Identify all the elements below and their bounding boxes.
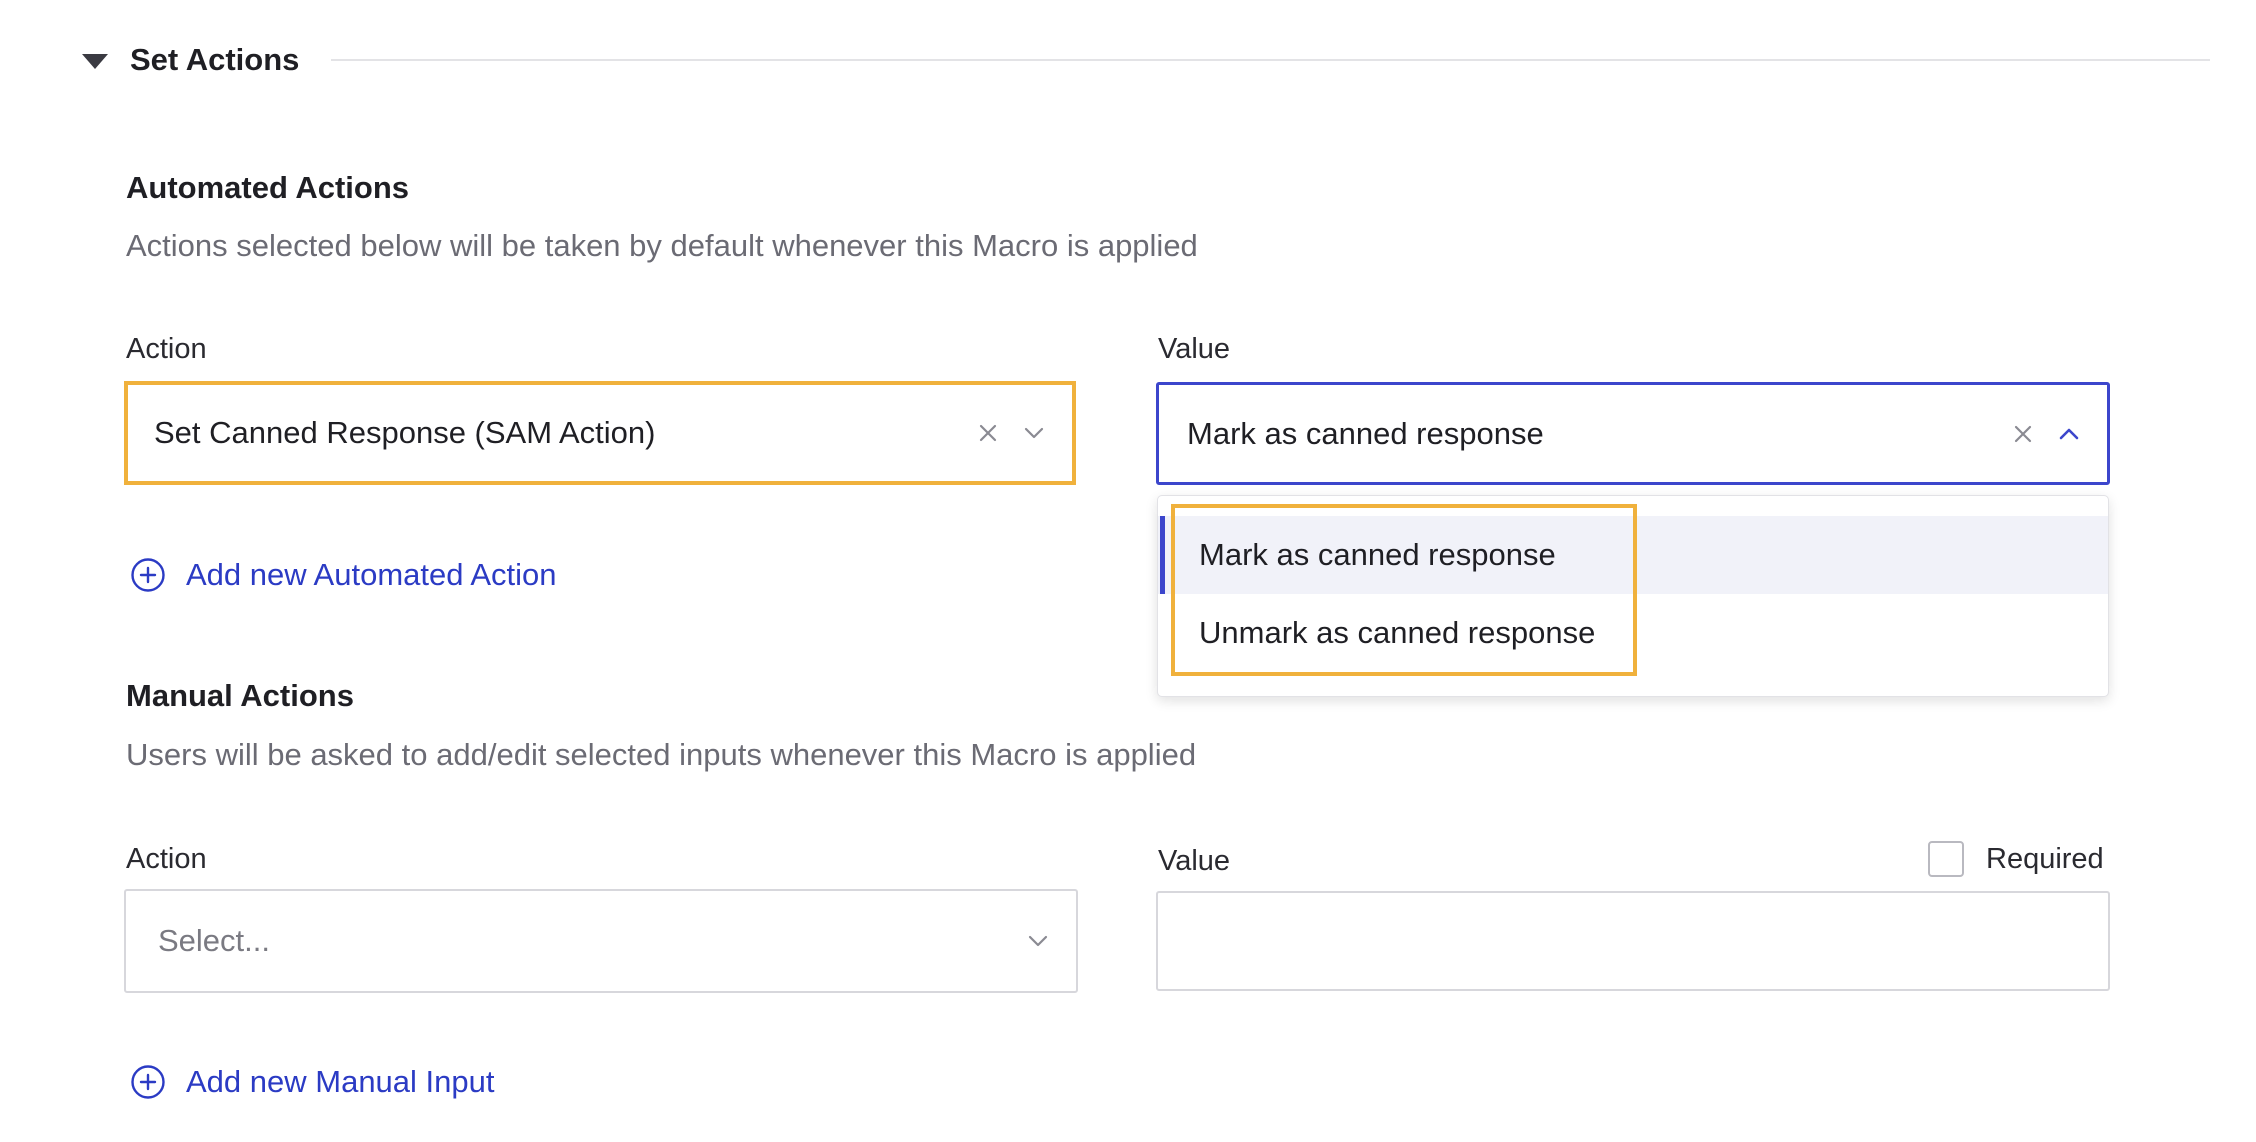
divider [331, 59, 2210, 61]
chevron-up-icon[interactable] [2053, 418, 2085, 450]
automated-actions-description: Actions selected below will be taken by … [126, 228, 1198, 263]
required-checkbox[interactable] [1928, 841, 1964, 877]
clear-icon[interactable] [972, 417, 1004, 449]
manual-actions-heading: Manual Actions [126, 678, 354, 713]
dropdown-option[interactable]: Unmark as canned response [1158, 594, 2108, 672]
add-automated-action-link[interactable]: Add new Automated Action [130, 557, 557, 593]
page: Set Actions Automated Actions Actions se… [0, 0, 2256, 1142]
manual-action-select[interactable]: Select... [124, 889, 1078, 993]
caret-down-icon[interactable] [82, 53, 108, 69]
section-title: Set Actions [130, 42, 300, 77]
automated-action-selected-value: Set Canned Response (SAM Action) [154, 415, 656, 450]
manual-actions-description: Users will be asked to add/edit selected… [126, 737, 1197, 772]
automated-actions-heading: Automated Actions [126, 170, 410, 205]
value-dropdown-menu: Mark as canned response Unmark as canned… [1157, 495, 2109, 697]
section-header[interactable]: Set Actions [80, 38, 2210, 82]
manual-action-label: Action [126, 843, 207, 875]
manual-value-label: Value [1158, 845, 1231, 877]
add-automated-action-label: Add new Automated Action [186, 557, 557, 592]
dropdown-option[interactable]: Mark as canned response [1158, 516, 2108, 594]
automated-value-select[interactable]: Mark as canned response [1156, 382, 2110, 485]
automated-value-label: Value [1158, 333, 1231, 365]
active-option-indicator [1160, 516, 1165, 594]
chevron-down-icon[interactable] [1018, 417, 1050, 449]
plus-circle-icon [130, 557, 166, 593]
required-label: Required [1986, 842, 2104, 875]
manual-action-placeholder: Select... [158, 923, 270, 958]
add-manual-input-link[interactable]: Add new Manual Input [130, 1064, 495, 1100]
automated-action-label: Action [126, 333, 207, 365]
chevron-down-icon[interactable] [1022, 925, 1054, 957]
required-toggle[interactable]: Required [1928, 841, 2104, 877]
clear-icon[interactable] [2007, 418, 2039, 450]
automated-action-select[interactable]: Set Canned Response (SAM Action) [124, 381, 1076, 485]
manual-value-input[interactable] [1156, 891, 2110, 991]
add-manual-input-label: Add new Manual Input [186, 1064, 495, 1099]
plus-circle-icon [130, 1064, 166, 1100]
automated-value-selected-value: Mark as canned response [1187, 415, 1544, 451]
